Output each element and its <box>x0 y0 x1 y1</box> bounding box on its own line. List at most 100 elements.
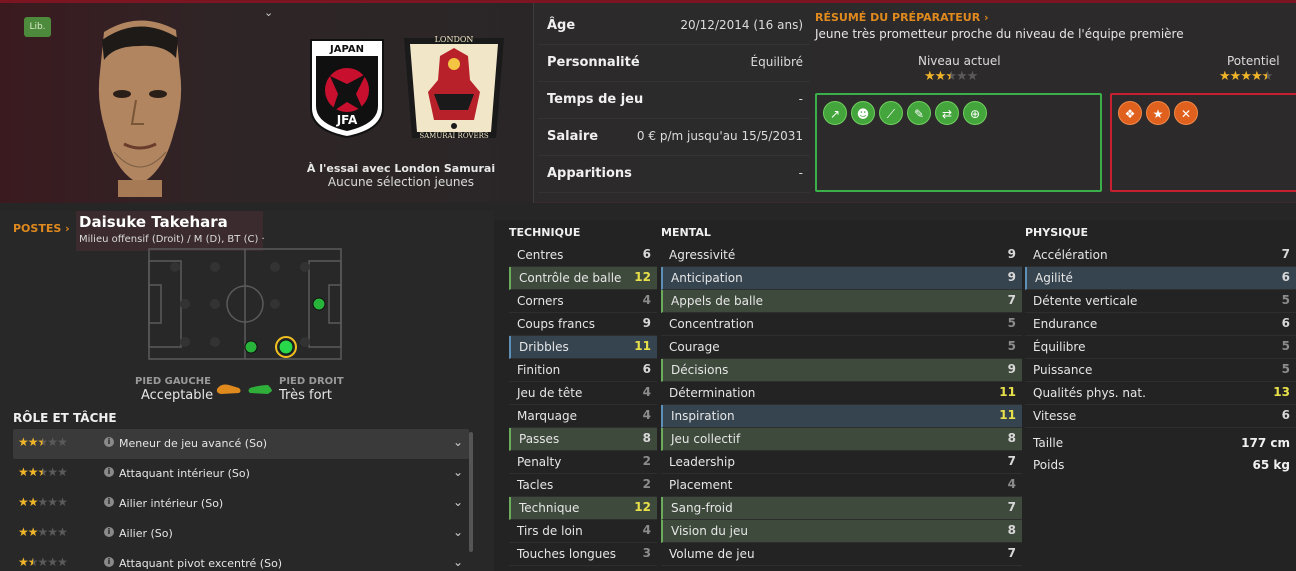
attribute-value: 8 <box>1007 431 1016 445</box>
attribute-name: Accélération <box>1033 248 1108 262</box>
physique-title: PHYSIQUE <box>1025 226 1089 239</box>
globe-icon[interactable]: ⊕ <box>963 101 987 125</box>
attribute-row[interactable]: Accélération 7 <box>1025 244 1296 267</box>
attribute-row[interactable]: Sang-froid 7 <box>661 497 1022 520</box>
attribute-row[interactable]: Dribbles 11 <box>509 336 657 359</box>
left-foot-label: PIED GAUCHE <box>135 376 211 387</box>
attribute-row[interactable]: Technique 12 <box>509 497 657 520</box>
positions-link[interactable]: POSTES › <box>13 222 70 235</box>
attribute-row[interactable]: Inspiration 11 <box>661 405 1022 428</box>
handshake-icon[interactable]: ⇄ <box>935 101 959 125</box>
attribute-value: 6 <box>1281 270 1290 284</box>
attribute-name: Qualités phys. nat. <box>1033 386 1146 400</box>
attribute-row[interactable]: Placement 4 <box>661 474 1022 497</box>
current-ability-stars: ★★★★★ <box>924 69 978 84</box>
chevron-down-icon[interactable]: ⌄ <box>453 555 463 569</box>
head-icon[interactable]: ☻ <box>851 101 875 125</box>
attribute-row[interactable]: Tirs de loin 4 <box>509 520 657 543</box>
attribute-row[interactable]: Penalty 2 <box>509 451 657 474</box>
chevron-down-icon[interactable]: ⌄ <box>264 6 273 19</box>
attribute-row[interactable]: Centres 6 <box>509 244 657 267</box>
attribute-name: Vitesse <box>1033 409 1077 423</box>
info-value: - <box>798 92 803 106</box>
wrench-icon[interactable]: ✎ <box>907 101 931 125</box>
attribute-value: 8 <box>1007 523 1016 537</box>
attribute-row[interactable]: Tacles 2 <box>509 474 657 497</box>
info-icon[interactable]: i <box>104 467 114 477</box>
role-stars: ★★★★★ <box>18 555 68 569</box>
attribute-name: Agressivité <box>669 248 736 262</box>
attribute-row[interactable]: Qualités phys. nat. 13 <box>1025 382 1296 405</box>
attribute-value: 5 <box>1281 339 1290 353</box>
attribute-row[interactable]: Touches longues 3 <box>509 543 657 566</box>
info-icon[interactable]: i <box>104 557 114 567</box>
star-icon[interactable]: ★ <box>1146 101 1170 125</box>
attribute-row[interactable]: Coups francs 9 <box>509 313 657 336</box>
role-row[interactable]: ★★★★★ i Attaquant intérieur (So) ⌄ <box>13 459 469 489</box>
chevron-down-icon[interactable]: ⌄ <box>453 435 463 449</box>
attribute-row[interactable]: Équilibre 5 <box>1025 336 1296 359</box>
club-name-bottom: SAMURAI ROVERS <box>419 132 489 140</box>
measure-label: Taille <box>1033 436 1064 450</box>
broken-icon[interactable]: ✕ <box>1174 101 1198 125</box>
attribute-row[interactable]: Puissance 5 <box>1025 359 1296 382</box>
attribute-row[interactable]: Appels de balle 7 <box>661 290 1022 313</box>
role-row[interactable]: ★★★★★ i Ailier (So) ⌄ <box>13 519 469 549</box>
attribute-value: 5 <box>1281 362 1290 376</box>
attribute-row[interactable]: Jeu collectif 8 <box>661 428 1022 451</box>
attribute-row[interactable]: Endurance 6 <box>1025 313 1296 336</box>
measures-list: Taille 177 cm Poids 65 kg <box>1025 432 1296 476</box>
coach-report-link[interactable]: RÉSUMÉ DU PRÉPARATEUR › <box>815 11 989 24</box>
chart-up-icon[interactable]: ↗ <box>823 101 847 125</box>
chevron-down-icon[interactable]: ⌄ <box>453 495 463 509</box>
role-name: Attaquant pivot excentré (So) <box>119 557 283 570</box>
attribute-row[interactable]: Courage 5 <box>661 336 1022 359</box>
attribute-row[interactable]: Passes 8 <box>509 428 657 451</box>
attribute-name: Décisions <box>671 363 729 377</box>
attribute-row[interactable]: Finition 6 <box>509 359 657 382</box>
attribute-name: Jeu collectif <box>671 432 741 446</box>
attribute-row[interactable]: Corners 4 <box>509 290 657 313</box>
attribute-row[interactable]: Vitesse 6 <box>1025 405 1296 428</box>
attribute-row[interactable]: Marquage 4 <box>509 405 657 428</box>
pill-icon[interactable]: ⟋ <box>879 101 903 125</box>
nation-crest[interactable]: JAPAN JFA <box>308 38 386 138</box>
attribute-name: Contrôle de balle <box>519 271 622 285</box>
info-value: 20/12/2014 (16 ans) <box>680 18 803 32</box>
attribute-value: 2 <box>642 454 651 468</box>
info-icon[interactable]: i <box>104 437 114 447</box>
position-pitch[interactable] <box>145 247 343 361</box>
attribute-row[interactable]: Leadership 7 <box>661 451 1022 474</box>
role-list-scrollbar[interactable] <box>469 432 473 552</box>
attribute-row[interactable]: Vision du jeu 8 <box>661 520 1022 543</box>
attribute-row[interactable]: Agilité 6 <box>1025 267 1296 290</box>
club-crest[interactable]: LONDON SAMURAI ROVERS <box>400 34 508 142</box>
attribute-row[interactable]: Anticipation 9 <box>661 267 1022 290</box>
attribute-row[interactable]: Détermination 11 <box>661 382 1022 405</box>
attribute-value: 9 <box>1007 362 1016 376</box>
attribute-value: 4 <box>642 523 651 537</box>
role-stars: ★★★★★ <box>18 435 68 449</box>
position-dot-st <box>312 297 326 311</box>
status-badge[interactable]: Lib. <box>24 17 51 37</box>
attribute-row[interactable]: Jeu de tête 4 <box>509 382 657 405</box>
attribute-row[interactable]: Agressivité 9 <box>661 244 1022 267</box>
attribute-name: Courage <box>669 340 720 354</box>
role-row[interactable]: ★★★★★ i Ailier intérieur (So) ⌄ <box>13 489 469 519</box>
chevron-down-icon[interactable]: ⌄ <box>453 465 463 479</box>
attribute-row[interactable]: Détente verticale 5 <box>1025 290 1296 313</box>
left-boot-icon <box>216 384 241 394</box>
attribute-value: 7 <box>1007 500 1016 514</box>
role-row[interactable]: ★★★★★ i Attaquant pivot excentré (So) ⌄ <box>13 549 469 571</box>
attribute-row[interactable]: Contrôle de balle 12 <box>509 267 657 290</box>
attribute-row[interactable]: Concentration 5 <box>661 313 1022 336</box>
info-icon[interactable]: i <box>104 527 114 537</box>
chevron-down-icon[interactable]: ⌄ <box>453 525 463 539</box>
trial-status[interactable]: À l'essai avec London Samurai <box>290 162 512 175</box>
attribute-name: Volume de jeu <box>669 547 755 561</box>
attribute-row[interactable]: Volume de jeu 7 <box>661 543 1022 566</box>
role-row[interactable]: ★★★★★ i Meneur de jeu avancé (So) ⌄ <box>13 429 469 459</box>
footprints-icon[interactable]: ❖ <box>1118 101 1142 125</box>
info-icon[interactable]: i <box>104 497 114 507</box>
attribute-row[interactable]: Décisions 9 <box>661 359 1022 382</box>
